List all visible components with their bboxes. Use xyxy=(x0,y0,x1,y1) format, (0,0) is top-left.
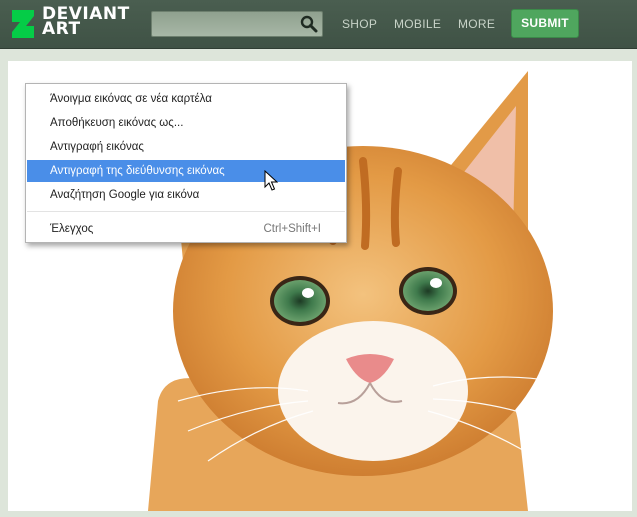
context-menu: Άνοιγμα εικόνας σε νέα καρτέλα Αποθήκευσ… xyxy=(25,83,347,243)
nav-shop-link[interactable]: SHOP xyxy=(342,17,377,31)
nav-more-link[interactable]: MORE xyxy=(458,17,495,31)
menu-item-search-google-image[interactable]: Αναζήτηση Google για εικόνα xyxy=(27,184,345,206)
menu-item-open-image-new-tab[interactable]: Άνοιγμα εικόνας σε νέα καρτέλα xyxy=(27,88,345,110)
menu-item-inspect-label: Έλεγχος xyxy=(50,223,94,235)
menu-item-inspect[interactable]: Έλεγχος Ctrl+Shift+I xyxy=(27,218,345,240)
search-input[interactable] xyxy=(156,15,300,35)
top-navigation-bar: DEVIANT ART SHOP MOBILE MORE SUBMIT xyxy=(0,0,637,49)
search-box[interactable] xyxy=(151,11,323,37)
menu-separator xyxy=(27,211,345,212)
menu-item-save-image-as[interactable]: Αποθήκευση εικόνας ως... xyxy=(27,112,345,134)
submit-button[interactable]: SUBMIT xyxy=(511,9,579,38)
search-icon[interactable] xyxy=(300,15,318,33)
deviantart-wordmark: DEVIANT ART xyxy=(42,6,130,39)
mouse-cursor-icon xyxy=(264,170,278,191)
wordmark-line-2: ART xyxy=(42,19,81,39)
nav-mobile-link[interactable]: MOBILE xyxy=(394,17,441,31)
deviantart-logo[interactable]: DEVIANT ART xyxy=(10,6,130,42)
menu-item-copy-image-address[interactable]: Αντιγραφή της διεύθυνσης εικόνας xyxy=(27,160,345,182)
menu-item-copy-image[interactable]: Αντιγραφή εικόνας xyxy=(27,136,345,158)
deviantart-logo-icon xyxy=(12,10,34,38)
menu-item-inspect-shortcut: Ctrl+Shift+I xyxy=(263,223,321,235)
